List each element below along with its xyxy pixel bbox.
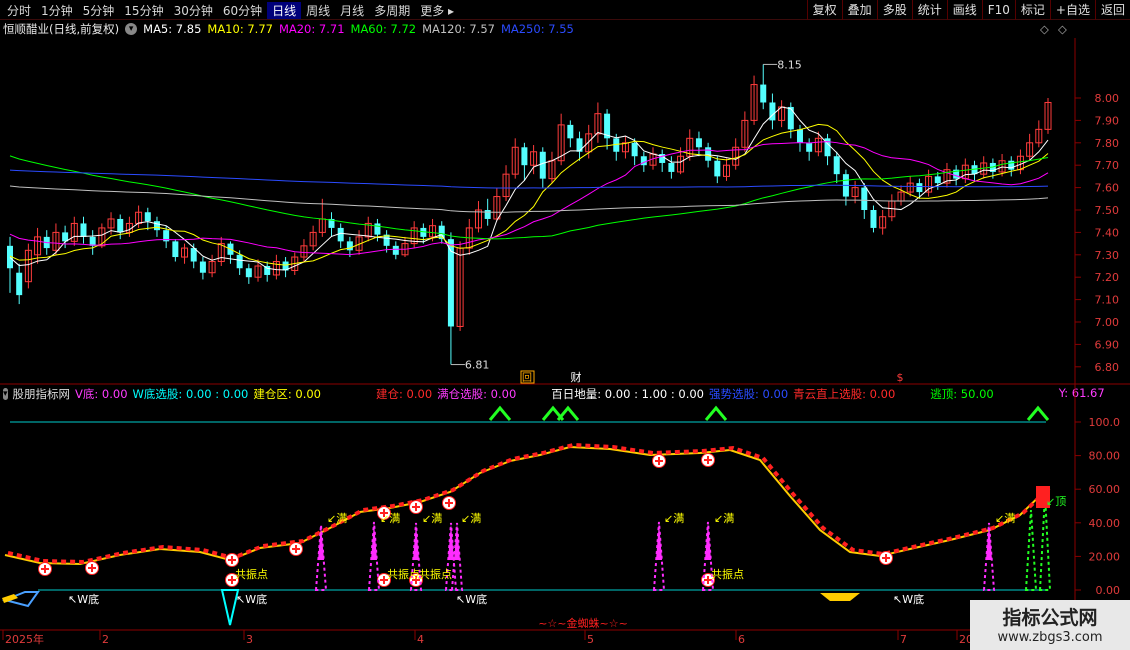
resonance-label: 共振点 <box>711 567 744 581</box>
indicator-tick-label: 100.0 <box>1089 416 1121 429</box>
alert-chevron-icon <box>556 405 580 421</box>
candle-body <box>16 272 23 296</box>
candle-body <box>172 241 179 258</box>
indicator-tick-label: 80.00 <box>1089 450 1121 463</box>
indicator-tick-label: 20.00 <box>1089 550 1121 563</box>
price-tick-label: 7.20 <box>1095 271 1120 284</box>
candle-body <box>153 221 160 231</box>
alert-chevron-icon <box>1026 405 1050 421</box>
top-label: ↙顶 <box>1046 495 1066 508</box>
full-label: ↙满 <box>714 512 734 525</box>
v-spike-head <box>318 525 324 560</box>
price-tick-label: 6.80 <box>1095 361 1120 374</box>
candle-body <box>806 142 813 152</box>
chart-canvas: 8.00 7.90 7.80 7.70 7.60 7.50 7.40 7.30 7.20 7.10… <box>0 38 1130 646</box>
candle-body <box>346 241 353 251</box>
full-label: ↙满 <box>380 512 400 525</box>
full-label: ↙满 <box>664 512 684 525</box>
marker-hui: 回 <box>522 372 532 384</box>
resonance-label: 共振点 <box>419 567 452 581</box>
candle-body <box>567 124 574 139</box>
candle-body <box>392 245 399 255</box>
candle-body <box>337 227 344 242</box>
resonance-label: 共振点 <box>235 567 268 581</box>
candle-body <box>934 176 941 184</box>
candle-body <box>374 223 381 235</box>
candle-body <box>199 261 206 273</box>
price-tick-label: 7.60 <box>1095 182 1120 195</box>
alert-chevron-icon <box>488 405 512 421</box>
candle-body <box>245 268 252 278</box>
watermark-title: 指标公式网 <box>1002 607 1098 629</box>
price-tick-label: 6.90 <box>1095 338 1120 351</box>
price-tick-label: 7.70 <box>1095 159 1120 172</box>
high-label: 8.15 <box>777 58 802 71</box>
price-tick-label: 7.50 <box>1095 204 1120 217</box>
ma-line-ma250 <box>9 169 1049 189</box>
low-label: 6.81 <box>465 359 490 372</box>
price-tick-label: 7.40 <box>1095 226 1120 239</box>
candle-body <box>521 147 528 166</box>
candle-body <box>916 183 923 193</box>
price-tick-label: 7.80 <box>1095 137 1120 150</box>
candle-body <box>576 138 583 152</box>
candle-body <box>833 156 840 175</box>
full-label: ↙满 <box>327 512 347 525</box>
top-spike <box>1038 494 1052 591</box>
price-tick-label: 7.10 <box>1095 294 1120 307</box>
candle-body <box>484 210 491 219</box>
price-tick-label: 7.30 <box>1095 249 1120 262</box>
price-tick-label: 7.00 <box>1095 316 1120 329</box>
w-bottom-label: ↖W底 <box>893 592 924 606</box>
date-label: 4 <box>417 633 424 646</box>
w-bottom-block <box>820 593 860 601</box>
candle-body <box>236 254 243 269</box>
candle-body <box>705 147 712 161</box>
candle-body <box>787 106 794 130</box>
candle-body <box>668 162 675 172</box>
full-label: ↙满 <box>995 512 1015 525</box>
date-label: 3 <box>246 633 253 646</box>
candle-body <box>631 142 638 157</box>
full-label: ↙满 <box>461 512 481 525</box>
top-spike <box>1024 509 1038 591</box>
resonance-label: 共振点 <box>387 567 420 581</box>
w-bottom-label: ↖W底 <box>236 592 267 606</box>
price-tick-label: 8.00 <box>1095 92 1120 105</box>
indicator-tick-label: 0.00 <box>1096 584 1121 597</box>
candle-body <box>144 212 151 222</box>
candle-body <box>695 138 702 148</box>
indicator-tick-label: 60.00 <box>1089 483 1121 496</box>
date-label: 2025年 <box>5 632 44 646</box>
candle-body <box>714 160 721 177</box>
candle-body <box>796 129 803 143</box>
marker-cai: 财 <box>571 370 582 384</box>
oscillator-hatch <box>7 442 1051 565</box>
watermark: 指标公式网 www.zbgs3.com <box>970 600 1130 650</box>
candle-body <box>760 84 767 103</box>
indicator-tick-label: 40.00 <box>1089 517 1121 530</box>
candle-body <box>80 223 87 237</box>
date-label: 6 <box>738 633 745 646</box>
candle-body <box>117 218 124 233</box>
candle-body <box>870 210 877 228</box>
w-bottom-label: ↖W底 <box>68 592 99 606</box>
alert-chevron-icon <box>704 405 728 421</box>
full-label: ↙满 <box>422 512 442 525</box>
date-label: 2 <box>102 633 109 646</box>
w-bottom-label: ↖W底 <box>456 592 487 606</box>
date-label: 7 <box>900 633 907 646</box>
marker-s: $ <box>897 371 904 384</box>
candle-body <box>539 151 546 179</box>
candle-body <box>861 187 868 210</box>
brand-label: ~☆~金蜘蛛~☆~ <box>538 616 628 630</box>
price-tick-label: 7.90 <box>1095 114 1120 127</box>
watermark-url: www.zbgs3.com <box>997 630 1103 645</box>
date-label: 5 <box>587 633 594 646</box>
